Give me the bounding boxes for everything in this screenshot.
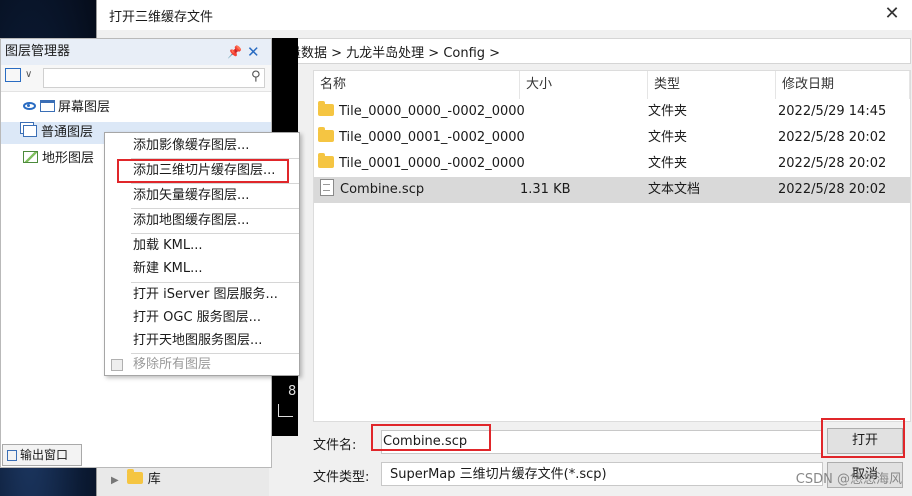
menu-item-new-kml[interactable]: 新建 KML... [133,258,299,280]
file-list[interactable]: 名称 大小 类型 修改日期 Tile_0000_0000_-0002_0000 … [313,70,911,422]
output-window-tab[interactable]: 输出窗口 [2,444,82,466]
file-row-selected[interactable]: Combine.scp 1.31 KB 文本文档 2022/5/28 20:02 [314,177,910,203]
folder-icon [318,127,334,142]
add-layer-icon[interactable] [5,68,21,82]
nav-item-label: 库 [147,472,161,487]
column-header-size[interactable]: 大小 [520,71,648,99]
column-header-date[interactable]: 修改日期 [776,71,910,99]
layer-panel-titlebar: 图层管理器 📌 ✕ [1,39,271,65]
pin-icon[interactable]: 📌 [227,39,242,65]
menu-item-add-vector-cache[interactable]: 添加矢量缓存图层... [133,185,299,207]
folder-icon [318,153,334,168]
file-row[interactable]: Tile_0000_0001_-0002_0000 文件夹 2022/5/28 … [314,125,910,151]
file-type: 文件夹 [648,156,688,171]
open-button-highlight-box [821,418,905,458]
file-row[interactable]: Tile_0000_0000_-0002_0000 文件夹 2022/5/29 … [314,99,910,125]
folder-icon [126,469,143,484]
menu-item-add-image-cache[interactable]: 添加影像缓存图层... [133,135,299,157]
dialog-titlebar: 打开三维缓存文件 ✕ [97,0,912,30]
menu-item-add-map-cache[interactable]: 添加地图缓存图层... [133,210,299,232]
menu-separator [131,208,299,209]
tree-item-label: 屏幕图层 [58,100,111,115]
filetype-select[interactable]: SuperMap 三维切片缓存文件(*.scp) [381,462,823,486]
tree-item-screen-layer[interactable]: 屏幕图层 [23,97,110,119]
trash-icon [111,359,123,371]
output-tab-label: 输出窗口 [20,448,69,462]
close-icon[interactable]: ✕ [881,2,903,26]
tree-item-label: 地形图层 [42,151,95,166]
filename-value[interactable]: Combine.scp [383,434,467,449]
tree-item-label: 普通图层 [41,125,94,140]
filename-label: 文件名: [313,438,357,453]
nav-item-library[interactable]: ▶ 库 [111,468,161,487]
menu-item-open-ogc[interactable]: 打开 OGC 服务图层... [133,307,299,329]
layer-panel-title: 图层管理器 [5,44,71,59]
menu-item-load-kml[interactable]: 加载 KML... [133,235,299,257]
menu-item-remove-all: 移除所有图层 [133,357,212,372]
menu-separator [131,183,299,184]
filetype-label: 文件类型: [313,470,370,485]
file-name: Tile_0000_0000_-0002_0000 [339,104,525,119]
menu-separator [131,233,299,234]
chevron-right-icon[interactable]: ▶ [111,475,119,486]
eye-icon[interactable] [23,102,36,110]
menu-item-open-iserver[interactable]: 打开 iServer 图层服务... [133,284,299,306]
file-name: Tile_0000_0001_-0002_0000 [339,130,525,145]
file-size: 1.31 KB [520,182,571,197]
file-name: Combine.scp [340,182,425,197]
file-date: 2022/5/28 20:02 [778,182,887,197]
search-icon[interactable]: ⚲ [251,69,261,84]
dialog-title: 打开三维缓存文件 [109,10,214,25]
file-type: 文件夹 [648,130,688,145]
column-header-type[interactable]: 类型 [648,71,776,99]
menu-item-open-tianditu[interactable]: 打开天地图服务图层... [133,330,299,352]
file-date: 2022/5/29 14:45 [778,104,887,119]
layer-search-input[interactable] [43,68,265,88]
watermark: CSDN @悠悠海风 [795,472,902,487]
file-date: 2022/5/28 20:02 [778,130,887,145]
scene-fragment: 8 [288,384,297,399]
folder-icon [318,101,334,116]
document-icon [320,179,334,196]
layers-icon [23,125,37,137]
scene-scale-icon [278,404,293,417]
file-date: 2022/5/28 20:02 [778,156,887,171]
column-header-name[interactable]: 名称 [314,71,520,99]
output-window-icon [7,450,17,461]
window-icon [40,100,55,112]
terrain-icon [23,151,38,163]
close-icon[interactable]: ✕ [247,39,260,65]
file-type: 文件夹 [648,104,688,119]
file-row[interactable]: Tile_0001_0000_-0002_0000 文件夹 2022/5/28 … [314,151,910,177]
tree-item-terrain-layer[interactable]: 地形图层 [23,148,94,170]
chevron-down-icon[interactable]: ∨ [25,69,32,80]
menu-separator [131,282,299,283]
file-name: Tile_0001_0000_-0002_0000 [339,156,525,171]
file-type: 文本文档 [648,182,701,197]
context-menu: 添加影像缓存图层... 添加三维切片缓存图层... 添加矢量缓存图层... 添加… [104,132,300,376]
menu-highlight-box [117,159,289,183]
